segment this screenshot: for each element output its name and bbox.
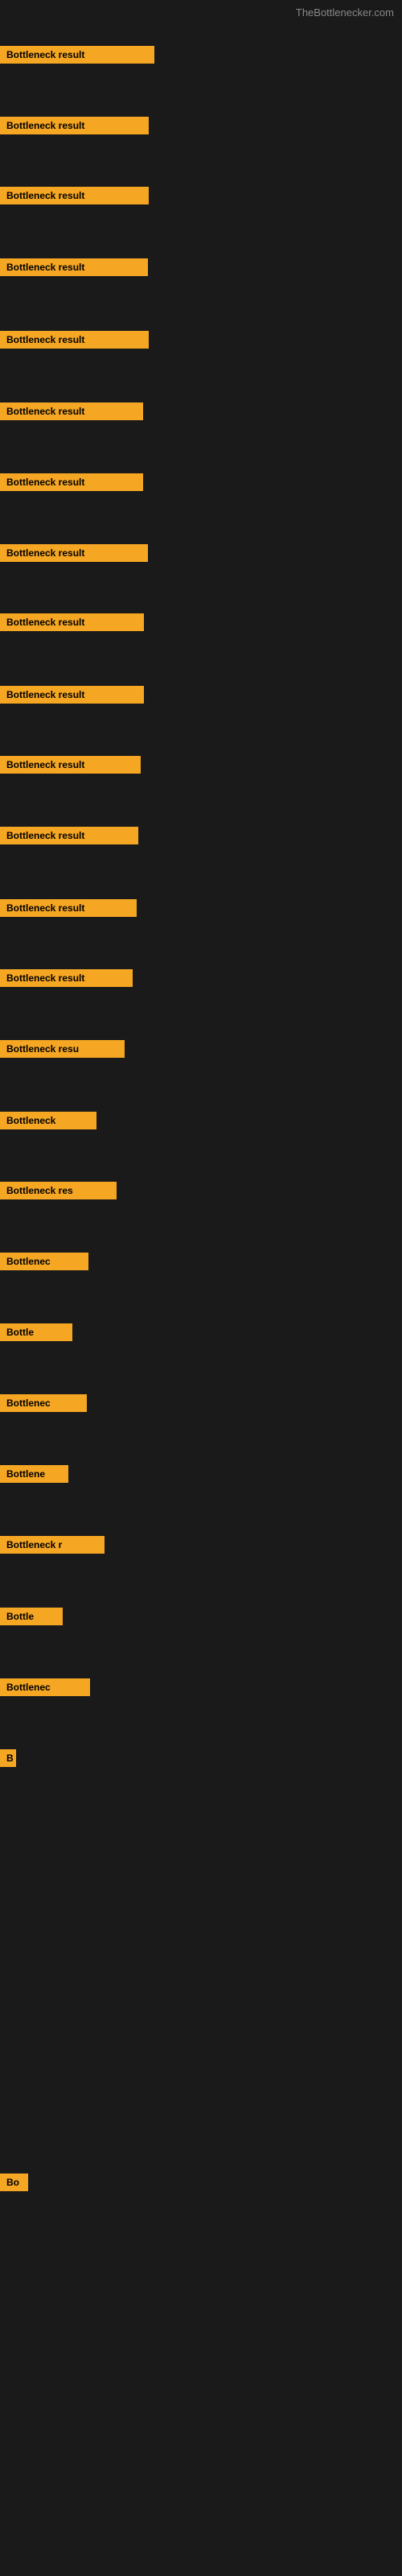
bottleneck-item-19: Bottle bbox=[0, 1323, 72, 1345]
bottleneck-label-24: Bottlenec bbox=[0, 1678, 90, 1696]
bottleneck-label-8: Bottleneck result bbox=[0, 544, 148, 562]
bottleneck-label-17: Bottleneck res bbox=[0, 1182, 117, 1199]
bottleneck-label-3: Bottleneck result bbox=[0, 187, 149, 204]
bottleneck-label-18: Bottlenec bbox=[0, 1253, 88, 1270]
bottleneck-item-1: Bottleneck result bbox=[0, 46, 154, 68]
bottleneck-item-11: Bottleneck result bbox=[0, 756, 141, 778]
bottleneck-label-12: Bottleneck result bbox=[0, 827, 138, 844]
bottleneck-label-4: Bottleneck result bbox=[0, 258, 148, 276]
bottleneck-label-2: Bottleneck result bbox=[0, 117, 149, 134]
bottleneck-item-21: Bottlene bbox=[0, 1465, 68, 1487]
bottleneck-item-20: Bottlenec bbox=[0, 1394, 87, 1416]
bottleneck-item-15: Bottleneck resu bbox=[0, 1040, 125, 1062]
bottleneck-label-26: Bo bbox=[0, 2174, 28, 2191]
bottleneck-label-16: Bottleneck bbox=[0, 1112, 96, 1129]
bottleneck-label-1: Bottleneck result bbox=[0, 46, 154, 64]
bottleneck-item-4: Bottleneck result bbox=[0, 258, 148, 280]
bottleneck-item-2: Bottleneck result bbox=[0, 117, 149, 138]
bottleneck-item-25: B bbox=[0, 1749, 16, 1771]
bottleneck-item-8: Bottleneck result bbox=[0, 544, 148, 566]
bottleneck-item-26: Bo bbox=[0, 2174, 28, 2195]
bottleneck-item-14: Bottleneck result bbox=[0, 969, 133, 991]
bottleneck-label-20: Bottlenec bbox=[0, 1394, 87, 1412]
bottleneck-item-6: Bottleneck result bbox=[0, 402, 143, 424]
bottleneck-label-25: B bbox=[0, 1749, 16, 1767]
bottleneck-label-23: Bottle bbox=[0, 1608, 63, 1625]
bottleneck-label-7: Bottleneck result bbox=[0, 473, 143, 491]
bottleneck-label-19: Bottle bbox=[0, 1323, 72, 1341]
bottleneck-item-7: Bottleneck result bbox=[0, 473, 143, 495]
bottleneck-item-5: Bottleneck result bbox=[0, 331, 149, 353]
bottleneck-label-9: Bottleneck result bbox=[0, 613, 144, 631]
bottleneck-label-13: Bottleneck result bbox=[0, 899, 137, 917]
bottleneck-label-15: Bottleneck resu bbox=[0, 1040, 125, 1058]
bottleneck-item-23: Bottle bbox=[0, 1608, 63, 1629]
bottleneck-label-22: Bottleneck r bbox=[0, 1536, 105, 1554]
bottleneck-label-10: Bottleneck result bbox=[0, 686, 144, 704]
site-title: TheBottlenecker.com bbox=[296, 0, 402, 22]
bottleneck-item-10: Bottleneck result bbox=[0, 686, 144, 708]
bottleneck-item-9: Bottleneck result bbox=[0, 613, 144, 635]
bottleneck-label-6: Bottleneck result bbox=[0, 402, 143, 420]
bottleneck-label-21: Bottlene bbox=[0, 1465, 68, 1483]
bottleneck-label-11: Bottleneck result bbox=[0, 756, 141, 774]
bottleneck-item-18: Bottlenec bbox=[0, 1253, 88, 1274]
bottleneck-item-17: Bottleneck res bbox=[0, 1182, 117, 1203]
bottleneck-item-22: Bottleneck r bbox=[0, 1536, 105, 1558]
bottleneck-label-14: Bottleneck result bbox=[0, 969, 133, 987]
bottleneck-item-13: Bottleneck result bbox=[0, 899, 137, 921]
bottleneck-item-12: Bottleneck result bbox=[0, 827, 138, 848]
bottleneck-item-3: Bottleneck result bbox=[0, 187, 149, 208]
bottleneck-label-5: Bottleneck result bbox=[0, 331, 149, 349]
bottleneck-item-24: Bottlenec bbox=[0, 1678, 90, 1700]
bottleneck-item-16: Bottleneck bbox=[0, 1112, 96, 1133]
